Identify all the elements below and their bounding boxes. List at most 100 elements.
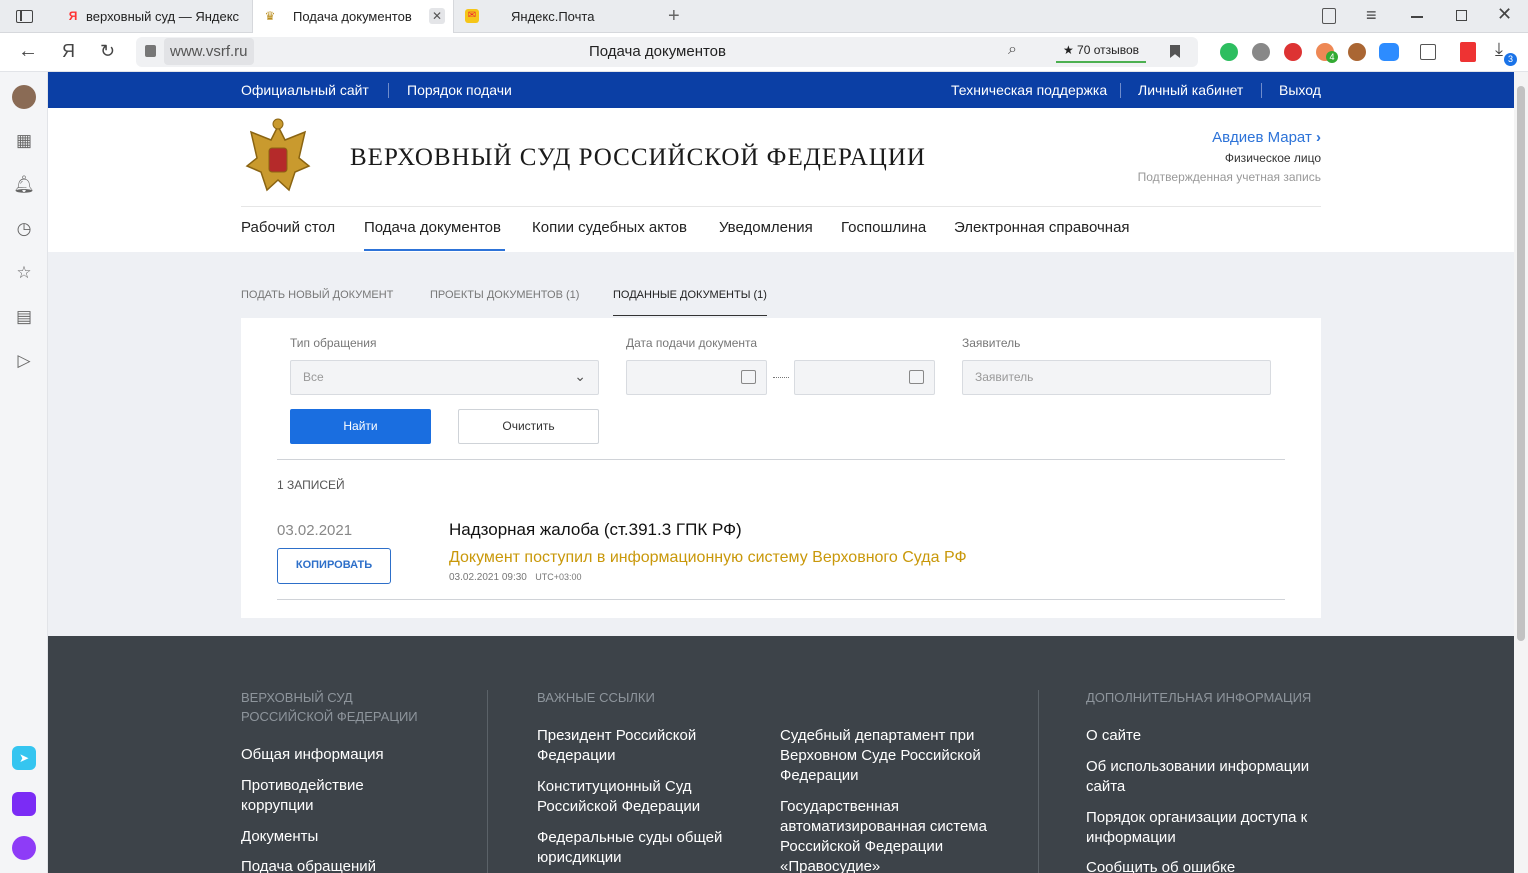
footer-link-anticorruption[interactable]: Противодействие коррупции xyxy=(241,776,364,816)
find-button[interactable]: Найти xyxy=(290,409,431,444)
services-icon[interactable]: ▦ xyxy=(12,129,36,153)
footer-link-general[interactable]: Общая информация xyxy=(241,745,384,765)
reload-icon[interactable]: ↻ xyxy=(100,41,115,62)
mail-icon: ✉ xyxy=(465,9,479,23)
divider xyxy=(388,83,389,98)
divider xyxy=(487,690,488,873)
zoom-icon[interactable] xyxy=(1379,43,1399,61)
bookmark-tabs-icon[interactable] xyxy=(1322,8,1336,24)
calendar-icon[interactable] xyxy=(909,370,924,384)
clear-button[interactable]: Очистить xyxy=(458,409,599,444)
pdf-icon[interactable] xyxy=(1460,42,1476,62)
ladybug-icon[interactable] xyxy=(1284,43,1302,61)
date-to-input[interactable] xyxy=(794,360,935,395)
nav-submit-documents[interactable]: Подача документов xyxy=(364,219,501,236)
chevron-down-icon: ⌄ xyxy=(574,368,586,384)
page-scrollbar[interactable] xyxy=(1514,72,1528,873)
bookmark-icon[interactable] xyxy=(1170,45,1180,58)
sidebar-toggle-icon[interactable] xyxy=(16,10,33,23)
avatar[interactable] xyxy=(12,85,36,109)
spy-icon[interactable] xyxy=(1252,43,1270,61)
item-date: 03.02.2021 xyxy=(277,522,353,539)
copy-button[interactable]: КОПИРОВАТЬ xyxy=(277,548,391,584)
face-icon[interactable] xyxy=(1348,43,1366,61)
nav-notifications[interactable]: Уведомления xyxy=(719,219,813,236)
topnav-logout[interactable]: Выход xyxy=(1279,82,1321,98)
bookmarks-icon[interactable]: ☆ xyxy=(12,261,36,285)
page-viewport: Официальный сайт Порядок подачи Техничес… xyxy=(48,72,1514,873)
collections-icon[interactable] xyxy=(1420,44,1436,60)
alice-app-icon[interactable] xyxy=(12,792,36,816)
footer-link-constitutional-court[interactable]: Конституционный Суд Российской Федерации xyxy=(537,777,700,817)
new-tab-icon[interactable]: + xyxy=(668,5,680,28)
footer-link-judicial-department[interactable]: Судебный департамент при Верховном Суде Р… xyxy=(780,726,981,786)
nav-court-acts[interactable]: Копии судебных актов xyxy=(532,219,687,236)
item-status: Документ поступил в информационную систе… xyxy=(449,549,967,566)
close-tab-icon[interactable]: ✕ xyxy=(429,8,445,24)
alice-icon[interactable] xyxy=(12,836,36,860)
topnav-tech-support[interactable]: Техническая поддержка xyxy=(951,82,1107,98)
divider xyxy=(1120,83,1121,98)
downloads-icon[interactable]: ⤓ 3 xyxy=(1495,39,1517,66)
site-topnav: Официальный сайт Порядок подачи Техничес… xyxy=(48,72,1514,108)
nav-reference[interactable]: Электронная справочная xyxy=(954,219,1130,236)
active-nav-underline xyxy=(364,249,505,251)
scrollbar-thumb[interactable] xyxy=(1517,86,1525,641)
footer-link-about[interactable]: О сайте xyxy=(1086,726,1141,746)
close-window-icon[interactable]: ✕ xyxy=(1497,4,1512,25)
reviews-badge[interactable]: ★ 70 отзывов xyxy=(1056,41,1146,63)
item-title[interactable]: Надзорная жалоба (ст.391.3 ГПК РФ) xyxy=(449,520,742,540)
yandex-logo-icon[interactable]: Я xyxy=(62,41,75,62)
footer-link-president[interactable]: Президент Российской Федерации xyxy=(537,726,696,766)
history-icon[interactable]: ◷ xyxy=(12,217,36,241)
footer-link-access-order[interactable]: Порядок организации доступа к информации xyxy=(1086,808,1307,848)
messenger-icon[interactable]: ➤ xyxy=(12,746,36,770)
user-name[interactable]: Авдиев Марат › xyxy=(1212,129,1321,146)
divider xyxy=(277,599,1285,600)
applicant-input[interactable]: Заявитель xyxy=(962,360,1271,395)
subtab-submitted[interactable]: ПОДАННЫЕ ДОКУМЕНТЫ (1) xyxy=(613,289,767,301)
emblem-logo[interactable] xyxy=(241,118,315,198)
yandex-icon: Я xyxy=(68,9,78,23)
topnav-official-site[interactable]: Официальный сайт xyxy=(241,82,369,98)
subtab-new-document[interactable]: ПОДАТЬ НОВЫЙ ДОКУМЕНТ xyxy=(241,289,393,301)
tab-yandex-search[interactable]: Я верховный суд — Яндекс xyxy=(56,0,251,33)
user-type: Физическое лицо xyxy=(1224,151,1321,165)
divider xyxy=(277,459,1285,460)
subtab-drafts[interactable]: ПРОЕКТЫ ДОКУМЕНТОВ (1) xyxy=(430,289,579,301)
url-page-title: Подача документов xyxy=(589,43,726,60)
restore-icon[interactable] xyxy=(1456,10,1467,21)
footer-col4-heading: ДОПОЛНИТЕЛЬНАЯ ИНФОРМАЦИЯ xyxy=(1086,690,1312,705)
date-from-input[interactable] xyxy=(626,360,767,395)
media-icon[interactable]: ▷ xyxy=(12,349,36,373)
footer-link-appeals[interactable]: Подача обращений xyxy=(241,857,376,873)
nav-state-fee[interactable]: Госпошлина xyxy=(841,219,926,236)
footer-link-report-error[interactable]: Сообщить об ошибке xyxy=(1086,858,1235,873)
notifications-icon[interactable]: 🔔︎ xyxy=(12,173,36,197)
type-select[interactable]: Все ⌄ xyxy=(290,360,599,395)
back-icon[interactable]: ← xyxy=(18,40,38,63)
topnav-account[interactable]: Личный кабинет xyxy=(1138,82,1243,98)
tab-yandex-mail[interactable]: ✉ Яндекс.Почта xyxy=(455,0,655,33)
results-card: Тип обращения Все ⌄ Дата подачи документ… xyxy=(241,318,1321,618)
footer-link-info-usage[interactable]: Об использовании информации сайта xyxy=(1086,757,1309,797)
topnav-submission-order[interactable]: Порядок подачи xyxy=(407,82,512,98)
nav-desktop[interactable]: Рабочий стол xyxy=(241,219,335,236)
extension-icon[interactable]: 4 xyxy=(1316,43,1338,63)
tab-vsrf[interactable]: ♛ Подача документов ✕ xyxy=(252,0,454,33)
footer-link-documents[interactable]: Документы xyxy=(241,827,318,847)
user-status: Подтвержденная учетная запись xyxy=(1137,170,1321,184)
search-icon[interactable]: ⌕ xyxy=(1008,41,1017,59)
item-timestamp: 03.02.2021 09:30 UTC+03:00 xyxy=(449,572,582,583)
url-box[interactable]: www.vsrf.ru Подача документов ⌕ ★ 70 отз… xyxy=(136,37,1198,67)
minimize-icon[interactable] xyxy=(1411,16,1423,18)
footer-link-pravosudie[interactable]: Государственная автоматизированная систем… xyxy=(780,797,987,873)
notes-icon[interactable]: ▤ xyxy=(12,305,36,329)
footer-col1-heading: ВЕРХОВНЫЙ СУД РОССИЙСКОЙ ФЕДЕРАЦИИ xyxy=(241,690,418,724)
records-count: 1 ЗАПИСЕЙ xyxy=(277,478,345,492)
browser-tabbar: Я верховный суд — Яндекс ♛ Подача докуме… xyxy=(0,0,1528,33)
footer-link-federal-courts[interactable]: Федеральные суды общей юрисдикции xyxy=(537,828,722,868)
calendar-icon[interactable] xyxy=(741,370,756,384)
menu-icon[interactable]: ≡ xyxy=(1366,5,1377,26)
evernote-icon[interactable] xyxy=(1220,43,1238,61)
